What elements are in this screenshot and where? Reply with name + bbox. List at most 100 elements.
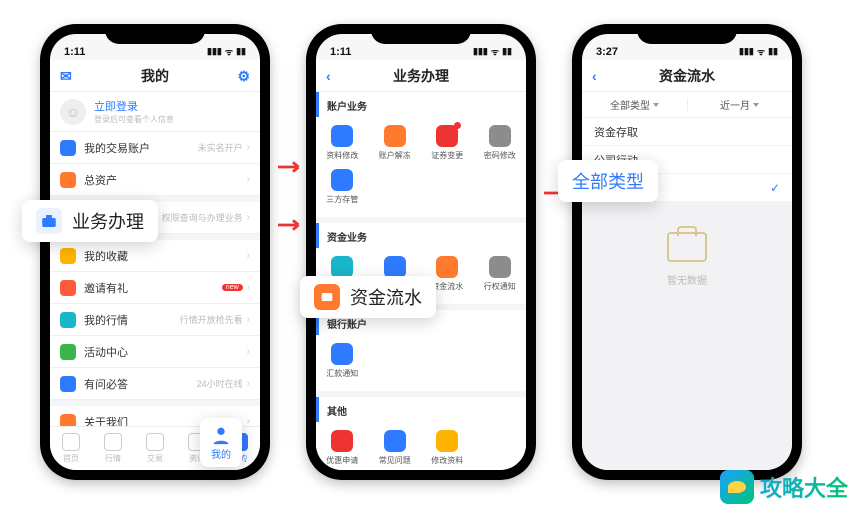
wifi-icon: ᯤ: [225, 45, 233, 58]
section-grid-0: 资料修改 账户解冻 证券变更 密码修改 三方存管: [316, 117, 526, 217]
option-label: 资金存取: [594, 124, 638, 140]
grid-item-icon: [331, 430, 353, 452]
avatar-icon: ☺: [60, 99, 86, 125]
grid-item-label: 资金流水: [431, 281, 463, 292]
grid-item-0-2[interactable]: 证券变更: [421, 121, 474, 165]
arrow-1: [278, 160, 306, 174]
chevron-down-icon: [753, 103, 759, 107]
chart-icon: [60, 312, 76, 328]
grid-item-2-0[interactable]: 汇款通知: [316, 339, 369, 383]
tab-1[interactable]: 行情: [92, 427, 134, 470]
grid-item-label: 账户解冻: [379, 150, 411, 161]
menu-row-8[interactable]: 活动中心 ›: [50, 336, 260, 368]
grid-item-label: 常见问题: [379, 455, 411, 466]
row-label: 有问必答: [84, 376, 197, 392]
grid-item-3-0[interactable]: 优惠申请: [316, 426, 369, 470]
arrow-2: [278, 218, 306, 232]
row-tail: 行情开放抢先看: [180, 313, 243, 326]
brand-logo: 攻略大全: [720, 470, 848, 504]
status-indicators: ▮▮▮ ᯤ ▮▮: [207, 45, 246, 58]
filter-bar: 全部类型 近一月: [582, 92, 792, 118]
grid-item-icon: [489, 256, 511, 278]
callout-label: 全部类型: [572, 168, 644, 194]
tab-icon: [62, 433, 80, 451]
callout-label: 业务办理: [72, 208, 144, 234]
phone-2: 1:11 ▮▮▮ᯤ▮▮ ‹ 业务办理 账户业务 资料修改 账户解冻 证券变更 密…: [306, 24, 536, 480]
empty-state: 暂无数据: [582, 202, 792, 470]
grid-item-0-3[interactable]: 密码修改: [474, 121, 527, 165]
brand-text: 攻略大全: [760, 471, 848, 503]
grid-item-1-3[interactable]: 行权通知: [474, 252, 527, 296]
filter-1[interactable]: 近一月: [687, 92, 792, 117]
grid-item-label: 三方存管: [326, 194, 358, 205]
empty-box-icon: [667, 232, 707, 262]
row-label: 我的交易账户: [84, 140, 198, 156]
menu-row-1[interactable]: 总资产 ›: [50, 164, 260, 196]
grid-item-label: 修改资料: [431, 455, 463, 466]
chevron-right-icon: ›: [247, 346, 250, 357]
section-header-0: 账户业务: [316, 92, 526, 117]
phone-1: 1:11 ▮▮▮ ᯤ ▮▮ ✉ 我的 ⚙ ☺ 立即登录 登录后可查看个人信息 我…: [40, 24, 270, 480]
cal-icon: [60, 344, 76, 360]
grid-item-icon: [384, 125, 406, 147]
row-tail: 权限查询与办理业务: [162, 211, 243, 224]
menu-row-7[interactable]: 我的行情 行情开放抢先看›: [50, 304, 260, 336]
pie-icon: [60, 172, 76, 188]
wifi-icon: ᯤ: [757, 45, 765, 58]
chevron-right-icon: ›: [247, 212, 250, 223]
notch: [637, 24, 737, 44]
grid-item-3-1[interactable]: 常见问题: [369, 426, 422, 470]
row-label: 活动中心: [84, 344, 243, 360]
navbar: ✉ 我的 ⚙: [50, 60, 260, 92]
wifi-icon: ᯤ: [491, 45, 499, 58]
fish-icon: [720, 470, 754, 504]
section-grid-3: 优惠申请 常见问题 修改资料: [316, 422, 526, 470]
filter-option-0[interactable]: 资金存取: [582, 118, 792, 146]
check-icon: ✓: [770, 181, 780, 195]
back-icon[interactable]: ‹: [326, 68, 331, 84]
callout-business: 业务办理: [22, 200, 158, 242]
back-icon[interactable]: ‹: [592, 68, 597, 84]
mail-icon[interactable]: ✉: [60, 68, 72, 85]
chevron-right-icon: ›: [247, 142, 250, 153]
chevron-right-icon: ›: [247, 314, 250, 325]
grid-item-0-4[interactable]: 三方存管: [316, 165, 369, 209]
tab-icon: [146, 433, 164, 451]
status-time: 3:27: [596, 46, 618, 58]
notification-dot: [454, 122, 461, 129]
signal-icon: ▮▮▮: [207, 46, 222, 57]
tab-label: 行情: [105, 453, 121, 464]
chevron-right-icon: ›: [247, 416, 250, 426]
grid-item-icon: [384, 256, 406, 278]
tab-0[interactable]: 首页: [50, 427, 92, 470]
person-icon: [210, 424, 232, 446]
status-indicators: ▮▮▮ᯤ▮▮: [739, 45, 778, 58]
signal-icon: ▮▮▮: [473, 46, 488, 57]
grid-item-0-0[interactable]: 资料修改: [316, 121, 369, 165]
grid-item-0-1[interactable]: 账户解冻: [369, 121, 422, 165]
grid-item-icon: [331, 343, 353, 365]
row-tail: 未实名开户: [198, 141, 243, 154]
phone-3: 3:27 ▮▮▮ᯤ▮▮ ‹ 资金流水 全部类型近一月 资金存取公司行动交易流水✓…: [572, 24, 802, 480]
menu-row-5[interactable]: 我的收藏 ›: [50, 240, 260, 272]
menu-row-6[interactable]: 邀请有礼 new›: [50, 272, 260, 304]
grid-item-icon: [436, 125, 458, 147]
status-time: 1:11: [330, 46, 351, 58]
filter-label: 全部类型: [610, 97, 650, 112]
tab-2[interactable]: 交易: [134, 427, 176, 470]
grid-item-icon: [331, 169, 353, 191]
grid-item-3-2[interactable]: 修改资料: [421, 426, 474, 470]
battery-icon: ▮▮: [236, 46, 246, 57]
settings-icon[interactable]: ⚙: [237, 68, 250, 85]
battery-icon: ▮▮: [502, 46, 512, 57]
filter-0[interactable]: 全部类型: [582, 92, 687, 117]
menu-row-0[interactable]: 我的交易账户 未实名开户 ›: [50, 132, 260, 164]
section-grid-2: 汇款通知: [316, 335, 526, 391]
tab-label: 首页: [63, 453, 79, 464]
signal-icon: ▮▮▮: [739, 46, 754, 57]
menu-row-9[interactable]: 有问必答 24小时在线›: [50, 368, 260, 400]
grid-item-label: 密码修改: [484, 150, 516, 161]
chevron-right-icon: ›: [247, 378, 250, 389]
tab-label: 交易: [147, 453, 163, 464]
login-row[interactable]: ☺ 立即登录 登录后可查看个人信息: [50, 92, 260, 132]
